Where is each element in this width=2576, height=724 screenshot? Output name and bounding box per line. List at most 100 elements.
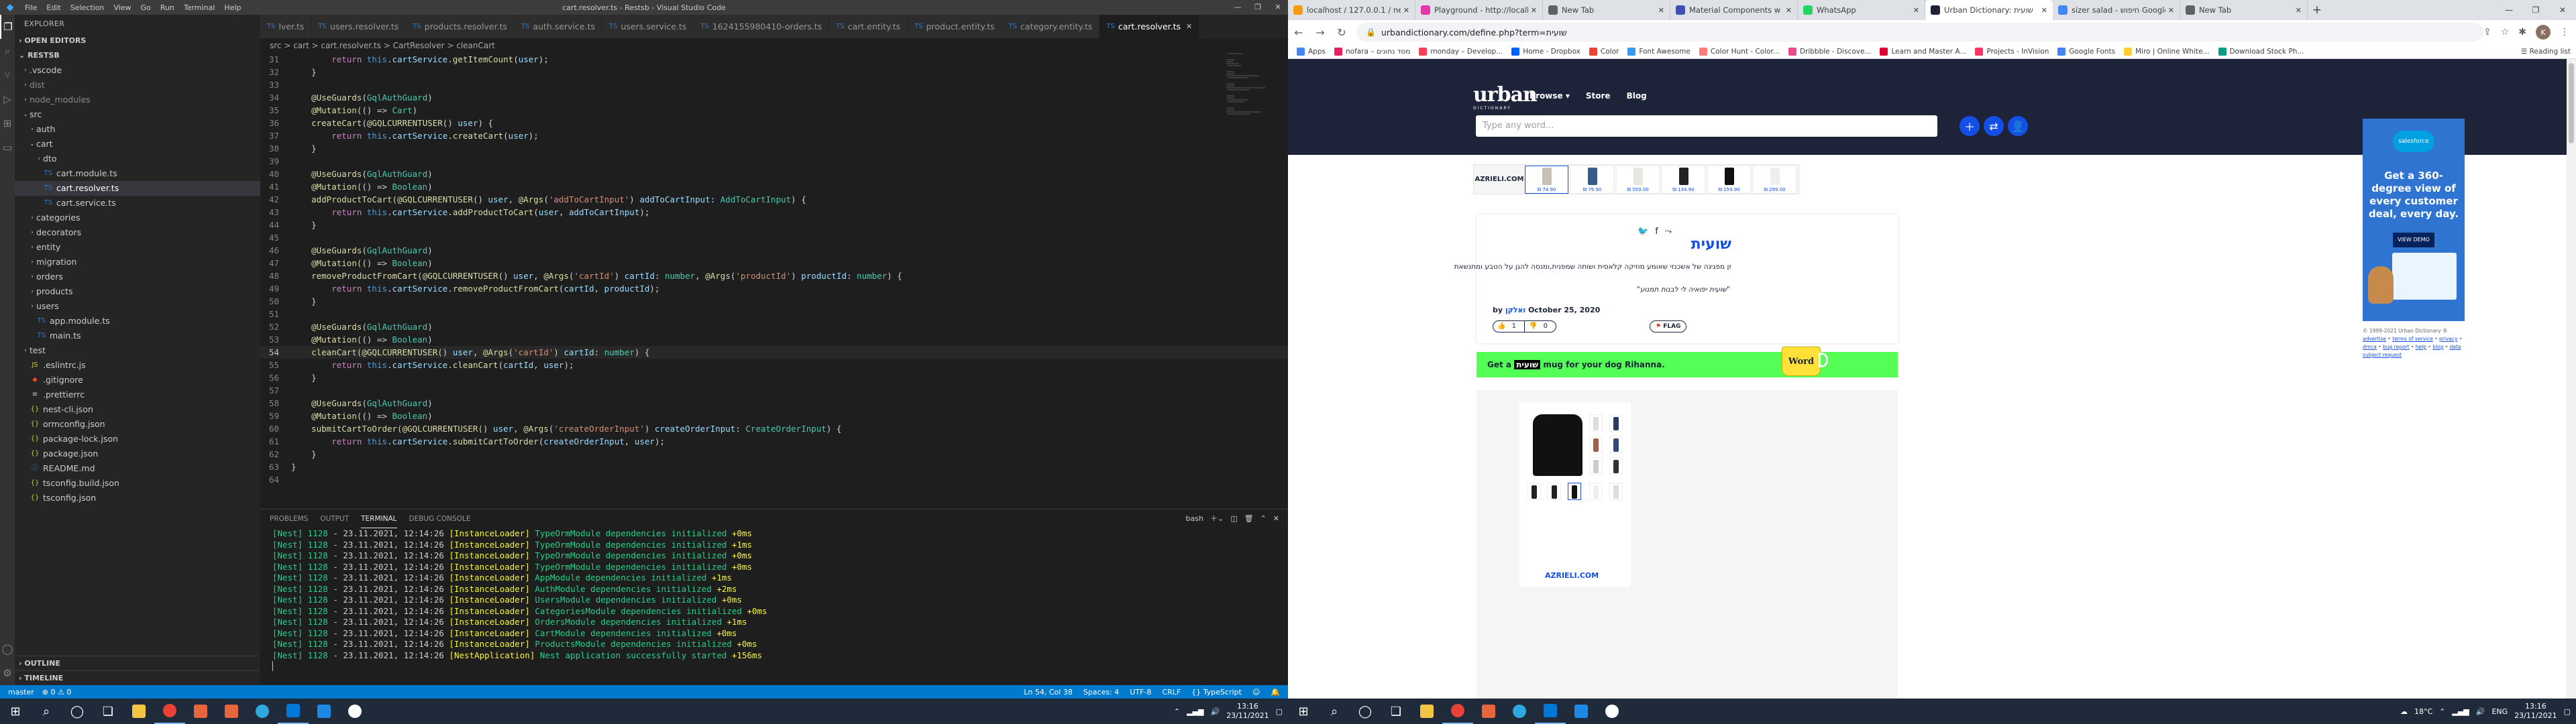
close-panel-icon[interactable]: ✕ [1273, 509, 1279, 528]
ad-product[interactable]: ₪ 299.00 [1753, 165, 1796, 194]
bookmark-item[interactable]: Dribbble - Discove... [1788, 47, 1871, 56]
footer-link[interactable]: blog [2432, 344, 2443, 350]
code-line[interactable]: 42 addProductToCart(@GQLCURRENTUSER() us… [260, 193, 1288, 206]
run-debug-icon[interactable]: ▷ [0, 87, 15, 111]
code-line[interactable]: 40 @UseGuards(GqlAuthGuard) [260, 168, 1288, 180]
browser-tab[interactable]: WhatsApp ✕ [1798, 0, 1925, 20]
flag-button[interactable]: ⚑ FLAG [1650, 320, 1687, 333]
code-line[interactable]: 38 } [260, 142, 1288, 155]
clock[interactable]: 13:16 23/11/2021 [1226, 702, 1269, 721]
footer-link[interactable]: bug report [2383, 344, 2410, 350]
close-tab-icon[interactable]: ✕ [1913, 6, 1919, 15]
editor-tab[interactable]: TS auth.service.ts [514, 15, 602, 38]
mug-promo[interactable]: Get a שועית mug for your dog Rihanna. Wo… [1477, 347, 1898, 377]
extensions-icon[interactable]: ⊞ [0, 111, 15, 135]
app-orange-icon[interactable] [1473, 699, 1504, 724]
lock-icon[interactable]: 🔒 [1366, 27, 1376, 37]
ad-product[interactable]: ₪ 79.90 [1570, 165, 1614, 194]
explorer-icon[interactable]: ❐ [0, 15, 15, 39]
volume-icon[interactable]: 🔊 [2476, 707, 2485, 716]
account-icon[interactable]: ◯ [0, 637, 15, 661]
bookmark-item[interactable]: monday – Develop... [1419, 47, 1503, 56]
volume-icon[interactable]: 🔊 [1210, 707, 1220, 716]
editor-tab[interactable]: TS category.entity.ts [1002, 15, 1100, 38]
close-tab-icon[interactable]: ✕ [2041, 6, 2047, 15]
bookmark-item[interactable]: nofara – מסד נתונים [1334, 47, 1410, 56]
status-item[interactable]: CRLF [1162, 688, 1181, 697]
code-line[interactable]: 60 submitCartToOrder(@GQLCURRENTUSER() u… [260, 422, 1288, 435]
github-icon[interactable] [1597, 699, 1627, 724]
app-orange-icon[interactable] [185, 699, 216, 724]
close-tab-icon[interactable]: ✕ [2296, 6, 2302, 15]
tree-item[interactable]: › decorators [15, 225, 260, 240]
code-line[interactable]: 64 [260, 473, 1288, 486]
menu-item-run[interactable]: Run [156, 3, 179, 12]
code-line[interactable]: 36 createCart(@GQLCURRENTUSER() user) { [260, 117, 1288, 129]
tree-item[interactable]: ⌄ cart [15, 137, 260, 152]
thumbs-down-button[interactable]: 👎 0 [1524, 321, 1556, 332]
code-line[interactable]: 31 return this.cartService.getItemCount(… [260, 53, 1288, 66]
notifications-icon[interactable]: ▢ [1276, 707, 1283, 716]
task-view-icon[interactable]: ❏ [93, 699, 123, 724]
settings-gear-icon[interactable]: ⚙ [0, 661, 15, 685]
scrollbar-thumb[interactable] [2569, 63, 2574, 143]
code-line[interactable]: 50 } [260, 295, 1288, 308]
file-explorer-icon[interactable] [1411, 699, 1442, 724]
facebook-icon[interactable]: f [1655, 227, 1658, 237]
back-icon[interactable]: ← [1288, 26, 1309, 39]
maximize-icon[interactable]: ❐ [2522, 0, 2549, 20]
reload-icon[interactable]: ↻ [1331, 26, 1352, 39]
ad-product[interactable]: ₪ 159.90 [1707, 165, 1751, 194]
terminal-cursor[interactable]: ▏ [272, 661, 1288, 672]
tree-item[interactable]: {} package-lock.json [15, 432, 260, 446]
code-line[interactable]: 53 @Mutation(() => Boolean) [260, 333, 1288, 346]
ad-product[interactable]: ₪ 134.90 [1662, 165, 1705, 194]
editor-tab[interactable]: TS users.resolver.ts [311, 15, 407, 38]
reading-list[interactable]: ☰ Reading list [2516, 47, 2571, 56]
chevron-up-icon[interactable]: ⌃ [1174, 707, 1180, 716]
panel-tab-problems[interactable]: PROBLEMS [270, 509, 308, 528]
code-line[interactable]: 61 return this.cartService.submitCartToO… [260, 435, 1288, 448]
code-line[interactable]: 49 return this.cartService.removeProduct… [260, 282, 1288, 295]
tree-item[interactable]: › auth [15, 122, 260, 137]
menu-dots-icon[interactable]: ⋮ [2560, 27, 2569, 38]
footer-link[interactable]: privacy [2439, 336, 2458, 342]
photos-icon[interactable] [309, 699, 339, 724]
open-editors-section[interactable]: › OPEN EDITORS [15, 34, 260, 48]
menu-item-go[interactable]: Go [136, 3, 156, 12]
new-tab-icon[interactable]: + [2308, 0, 2326, 20]
tree-item[interactable]: JS .eslintrc.js [15, 358, 260, 373]
profile-avatar[interactable]: K [2536, 25, 2551, 40]
browser-tab[interactable]: Urban Dictionary: שועית ✕ [1925, 0, 2053, 20]
editor-tab[interactable]: TS products.resolver.ts [406, 15, 515, 38]
tree-item[interactable]: › node_modules [15, 93, 260, 107]
add-definition-button[interactable]: ＋ [1960, 116, 1980, 136]
tree-item[interactable]: › dto [15, 152, 260, 166]
tree-item[interactable]: {} ormconfig.json [15, 417, 260, 432]
feedback-icon[interactable]: ☺ [1252, 688, 1260, 697]
source-control-icon[interactable]: ⑂ [0, 63, 15, 87]
editor-tab[interactable]: TS cart.entity.ts [829, 15, 908, 38]
urban-nav-link[interactable]: Browse ▾ [1529, 91, 1570, 101]
breadcrumb[interactable]: src > cart > cart.resolver.ts > CartReso… [260, 38, 1288, 53]
search-icon[interactable]: ⌕ [31, 699, 62, 724]
extensions-puzzle-icon[interactable]: ✱ [2518, 27, 2526, 38]
bell-icon[interactable]: 🔔 [1271, 688, 1280, 697]
search-icon[interactable]: ⌕ [0, 39, 15, 63]
code-line[interactable]: 51 [260, 308, 1288, 320]
windows-start-icon[interactable]: ⊞ [1288, 699, 1319, 724]
tree-item[interactable]: TS cart.service.ts [15, 196, 260, 210]
chrome-icon[interactable] [154, 699, 185, 724]
tree-item[interactable]: ⌄ src [15, 107, 260, 122]
code-line[interactable]: 56 } [260, 371, 1288, 384]
close-icon[interactable]: ✕ [1268, 0, 1288, 15]
ad-product[interactable]: ₪ 74.90 [1525, 165, 1568, 194]
code-line[interactable]: 57 [260, 384, 1288, 397]
bookmark-item[interactable]: Download Stock Ph... [2218, 47, 2304, 56]
tree-item[interactable]: › dist [15, 78, 260, 93]
chevron-up-icon[interactable]: ⌃ [2439, 707, 2445, 716]
timeline-section[interactable]: › TIMELINE [15, 670, 260, 685]
notifications-icon[interactable]: ▢ [2564, 707, 2571, 716]
random-shuffle-button[interactable]: ⇄ [1984, 116, 2004, 136]
code-line[interactable]: 33 [260, 78, 1288, 91]
